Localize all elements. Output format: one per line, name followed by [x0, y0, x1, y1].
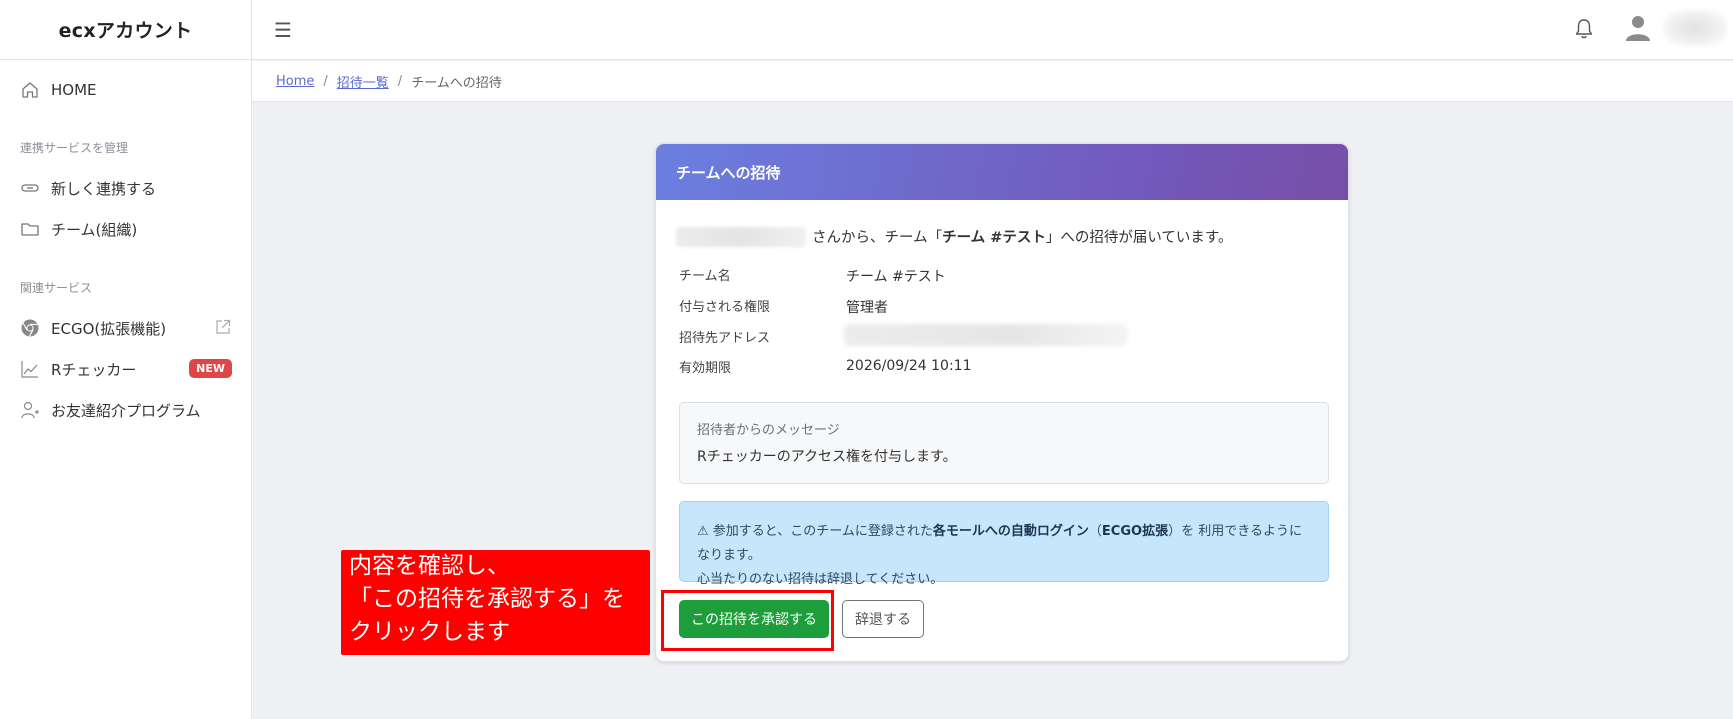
bell-icon[interactable]	[1573, 17, 1595, 41]
sidebar-item-label: Rチェッカー	[51, 360, 137, 379]
detail-value-address-redacted	[844, 324, 1128, 346]
breadcrumb-invite-list-link[interactable]: 招待一覧	[337, 72, 389, 91]
intro-prefix: さんから、チーム「	[812, 230, 943, 246]
sidebar-item-label: チーム(組織)	[51, 220, 138, 239]
message-label: 招待者からのメッセージ	[697, 423, 840, 438]
info-line-1: ⚠ 参加すると、このチームに登録された各モールへの自動ログイン（ECGO拡張）を…	[697, 520, 1311, 568]
detail-value-expiry: 2026/09/24 10:11	[846, 358, 972, 374]
chrome-icon	[20, 318, 40, 338]
info-text-bold: 各モールへの自動ログイン	[932, 524, 1089, 539]
message-box: 招待者からのメッセージ Rチェッカーのアクセス権を付与します。	[679, 402, 1329, 484]
detail-label-role: 付与される権限	[679, 300, 771, 315]
sidebar-item-ecgo[interactable]: ECGO(拡張機能)	[20, 314, 232, 342]
hamburger-menu-icon[interactable]: ☰	[274, 18, 292, 42]
info-paren-close: ）	[1168, 524, 1182, 539]
sidebar-section-related: 関連サービス	[20, 281, 93, 295]
info-text-pre: 参加すると、このチームに登録された	[712, 524, 933, 539]
sidebar-item-label: HOME	[51, 81, 97, 99]
invite-intro: さんから、チーム「 チーム #テスト 」への招待が届いています。	[676, 226, 1232, 247]
detail-label-team: チーム名	[679, 269, 731, 284]
annotation-line: 内容を確認し、	[349, 553, 510, 579]
instruction-annotation: 内容を確認し、 「この招待を承認する」を クリックします	[341, 550, 650, 655]
detail-label-address: 招待先アドレス	[679, 331, 771, 346]
invite-card: チームへの招待 さんから、チーム「 チーム #テスト 」への招待が届いています。…	[655, 143, 1349, 662]
intro-team-name: チーム #テスト	[942, 230, 1046, 246]
annotation-line: 「この招待を承認する」を	[349, 586, 625, 612]
sidebar-item-referral[interactable]: お友達紹介プログラム	[20, 396, 232, 424]
external-link-icon[interactable]	[214, 318, 232, 336]
user-plus-icon	[20, 400, 40, 420]
home-icon	[20, 80, 40, 100]
username-redacted[interactable]	[1663, 10, 1727, 46]
chart-line-icon	[20, 359, 40, 379]
inviter-name-redacted	[676, 226, 806, 247]
app-logo[interactable]: ecxアカウント	[0, 0, 251, 60]
topbar: ☰	[252, 0, 1733, 60]
sidebar-item-label: お友達紹介プログラム	[51, 401, 201, 420]
breadcrumb-separator: /	[397, 73, 403, 89]
info-text-bold2: ECGO拡張	[1101, 524, 1169, 539]
info-paren-open: （	[1088, 524, 1102, 539]
sidebar-item-team[interactable]: チーム(組織)	[20, 215, 232, 243]
detail-value-team: チーム #テスト	[846, 269, 946, 285]
folder-icon	[20, 219, 40, 239]
sidebar-item-label: ECGO(拡張機能)	[51, 319, 167, 338]
detail-label-expiry: 有効期限	[679, 361, 732, 376]
sidebar-item-new-link[interactable]: 新しく連携する	[20, 174, 232, 202]
sidebar: ecxアカウント HOME 連携サービスを管理 新しく連携する チーム(組織) …	[0, 0, 252, 719]
message-text: Rチェッカーのアクセス権を付与します。	[697, 449, 957, 465]
card-title: チームへの招待	[656, 144, 1348, 200]
avatar-icon[interactable]	[1625, 14, 1651, 42]
annotation-highlight-frame	[661, 590, 834, 651]
sidebar-item-rchecker[interactable]: Rチェッカー NEW	[20, 355, 232, 383]
annotation-line: クリックします	[349, 619, 510, 645]
sidebar-section-manage: 連携サービスを管理	[20, 141, 129, 155]
intro-suffix: 」への招待が届いています。	[1045, 230, 1233, 246]
info-line-2: 心当たりのない招待は辞退してください。	[697, 572, 944, 587]
detail-value-role: 管理者	[846, 300, 888, 316]
warning-icon: ⚠	[697, 524, 709, 539]
breadcrumb-current: チームへの招待	[411, 75, 502, 91]
sidebar-item-home[interactable]: HOME	[20, 76, 232, 104]
info-alert: ⚠ 参加すると、このチームに登録された各モールへの自動ログイン（ECGO拡張）を…	[679, 501, 1329, 587]
breadcrumb-separator: /	[323, 73, 328, 89]
decline-invite-button[interactable]: 辞退する	[842, 600, 924, 638]
breadcrumb: Home / 招待一覧 / チームへの招待	[252, 61, 1733, 102]
link-icon	[20, 178, 40, 198]
new-badge: NEW	[189, 359, 232, 378]
breadcrumb-home-link[interactable]: Home	[276, 74, 314, 89]
sidebar-item-label: 新しく連携する	[51, 179, 157, 198]
